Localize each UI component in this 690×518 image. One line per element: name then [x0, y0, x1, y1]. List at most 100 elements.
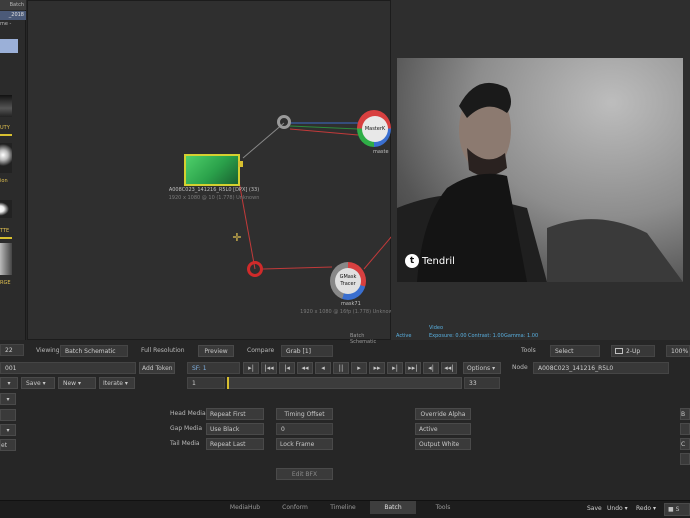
viewer-status-video: Video: [429, 325, 444, 331]
left-control-4[interactable]: et: [0, 439, 16, 451]
right-control-3[interactable]: C: [680, 438, 690, 450]
thumbnail-2-label: ion: [0, 178, 8, 184]
zoom-field[interactable]: 100%: [666, 345, 690, 357]
playhead-marker[interactable]: [227, 377, 229, 389]
tab-batch[interactable]: Batch: [370, 501, 416, 514]
left-panel-selected[interactable]: [0, 39, 18, 53]
man-silhouette: [397, 82, 683, 282]
viewer-panel[interactable]: t Tendril Active Video Exposure: 0.00 Co…: [391, 0, 690, 340]
save-dropdown[interactable]: Save ▾: [21, 377, 55, 389]
left-control-1[interactable]: ▾: [0, 393, 16, 405]
transport-btn-11[interactable]: ◂|: [423, 362, 439, 374]
thumbnail-1-bar: [0, 134, 12, 136]
tendril-logo-text: Tendril: [422, 256, 455, 267]
gap-media-label: Gap Media: [170, 425, 203, 432]
add-token-button[interactable]: Add Token ▾: [139, 362, 175, 374]
left-name-field[interactable]: 001: [0, 362, 136, 374]
viewer-status-gamma: Gamma: 1.00: [504, 333, 539, 339]
save-dropdown-label: Save: [26, 380, 41, 387]
left-panel: Batch _2018 me - UTY ion TTE RGE: [0, 0, 26, 340]
gap-media-select[interactable]: Use Black: [206, 423, 264, 435]
masterk-node-face: MasterK: [362, 116, 388, 142]
options-label: Options: [467, 365, 491, 372]
tab-tools[interactable]: Tools: [420, 501, 466, 514]
elbow-node-gray[interactable]: [277, 115, 291, 129]
tab-conform[interactable]: Conform: [272, 501, 318, 514]
gmask-node-face: GMask Tracer: [335, 268, 361, 294]
iterate-dropdown[interactable]: Iterate ▾: [99, 377, 135, 389]
bottom-right-user-button[interactable]: ■ S: [664, 503, 690, 516]
right-control-2[interactable]: [680, 423, 690, 435]
tools-select[interactable]: Select: [550, 345, 600, 357]
bottom-redo-button[interactable]: Redo ▾: [636, 505, 656, 512]
source-node[interactable]: [184, 154, 240, 186]
transport-btn-4[interactable]: ◂◂: [297, 362, 313, 374]
sf-field[interactable]: SF: 1: [187, 362, 240, 374]
elbow-node-red[interactable]: [247, 261, 263, 277]
head-media-select[interactable]: Repeat First: [206, 408, 264, 420]
start-frame-field[interactable]: 1: [187, 377, 225, 389]
gmask-node-name: mask71: [341, 301, 361, 307]
crosshair-icon: ✛: [232, 231, 242, 244]
left-number-field[interactable]: 22: [0, 344, 24, 356]
node-field[interactable]: A008C023_141216_R5L0: [533, 362, 669, 374]
options-button[interactable]: Options ▾: [463, 362, 501, 374]
source-node-info: 1920 x 1080 @ 10 (1.778) Unknown: [168, 195, 260, 201]
transport-btn-2[interactable]: |◂◂: [261, 362, 277, 374]
tab-mediahub[interactable]: MediaHub: [222, 501, 268, 514]
viewer-status-contrast: Contrast: 1.00: [468, 333, 504, 339]
viewing-select[interactable]: Batch Schematic: [60, 345, 128, 357]
left-control-3[interactable]: ▾: [0, 424, 16, 436]
gmask-node-info: 1920 x 1080 @ 16fp (1.778) Unknown: [300, 309, 396, 315]
tail-media-select[interactable]: Repeat Last: [206, 438, 264, 450]
left-control-2[interactable]: [0, 409, 16, 421]
node-label: Node: [512, 364, 528, 371]
tail-media-label: Tail Media: [170, 440, 200, 447]
viewer-status-exposure: Exposure: 0.00: [429, 333, 467, 339]
timing-offset-button[interactable]: Timing Offset: [276, 408, 333, 420]
override-alpha-button[interactable]: Override Alpha: [415, 408, 471, 420]
thumbnail-3[interactable]: [0, 200, 12, 218]
right-control-1[interactable]: B: [680, 408, 690, 420]
thumbnail-4[interactable]: [0, 243, 12, 275]
transport-btn-9[interactable]: ▸|: [387, 362, 403, 374]
thumbnail-3-label: TTE: [0, 228, 10, 234]
lock-frame-button[interactable]: Lock Frame: [276, 438, 333, 450]
thumbnail-2[interactable]: [0, 143, 12, 173]
thumbnail-1[interactable]: [0, 95, 12, 117]
layout-icon: [615, 348, 623, 354]
full-resolution-label[interactable]: Full Resolution: [141, 345, 185, 357]
transport-btn-7[interactable]: ▸: [351, 362, 367, 374]
tab-timeline[interactable]: Timeline: [320, 501, 366, 514]
source-node-marker: [238, 161, 243, 167]
timing-offset-field[interactable]: 0: [276, 423, 333, 435]
left-panel-tab[interactable]: Batch: [0, 0, 26, 10]
transport-btn-5[interactable]: ◂: [315, 362, 331, 374]
transport-btn-1[interactable]: ▸|: [243, 362, 259, 374]
transport-btn-10[interactable]: ▸▸|: [405, 362, 421, 374]
output-white-button[interactable]: Output White: [415, 438, 471, 450]
viewer-status-active: Active: [396, 333, 412, 339]
iterate-dropdown-label: Iterate: [103, 380, 124, 387]
tendril-logo-icon: t: [405, 254, 419, 268]
undo-label: Undo: [607, 505, 623, 512]
transport-btn-12[interactable]: ◂◂|: [441, 362, 457, 374]
thumbnail-4-label: RGE: [0, 280, 11, 286]
transport-btn-3[interactable]: |◂: [279, 362, 295, 374]
batch-schematic[interactable]: A008C023_141216_R5L0 [DPX] (33) 1920 x 1…: [27, 0, 396, 345]
row2-left-button[interactable]: ▾: [0, 377, 18, 389]
end-frame-field[interactable]: 33: [464, 377, 500, 389]
source-node-name: A008C023_141216_R5L0 [DPX] (33): [168, 187, 260, 193]
bottom-save-button[interactable]: Save: [587, 505, 602, 512]
preview-button[interactable]: Preview: [198, 345, 234, 357]
timeline-scrubber[interactable]: [227, 377, 462, 389]
left-panel-title[interactable]: _2018: [0, 11, 26, 20]
transport-btn-8[interactable]: ▸▸: [369, 362, 385, 374]
bottom-undo-button[interactable]: Undo ▾: [607, 505, 628, 512]
compare-select[interactable]: Grab [1]: [281, 345, 333, 357]
right-control-4[interactable]: [680, 453, 690, 465]
new-dropdown[interactable]: New ▾: [58, 377, 96, 389]
active-select[interactable]: Active: [415, 423, 471, 435]
transport-btn-6[interactable]: ||: [333, 362, 349, 374]
edit-bfx-button[interactable]: Edit BFX: [276, 468, 333, 480]
